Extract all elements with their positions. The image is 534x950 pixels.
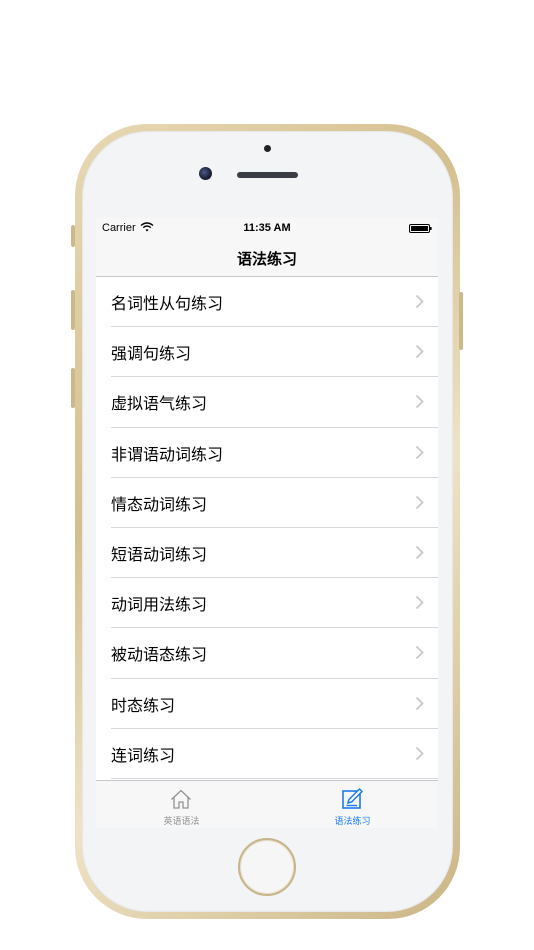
volume-down-button <box>71 368 75 408</box>
exercise-list: 名词性从句练习 强调句练习 虚拟语气练习 非谓语动词练习 情态动词练习 短语动词… <box>96 277 438 780</box>
list-item[interactable]: 时态练习 <box>96 678 438 729</box>
list-item-label: 连词练习 <box>111 745 176 765</box>
list-item[interactable]: 虚拟语气练习 <box>96 377 438 428</box>
chevron-right-icon <box>415 345 424 359</box>
volume-up-button <box>71 290 75 330</box>
list-item[interactable]: 情态动词练习 <box>96 477 438 528</box>
earpiece-speaker <box>237 172 298 178</box>
list-item[interactable]: 动词用法练习 <box>96 578 438 629</box>
home-icon <box>171 789 191 809</box>
list-item-label: 名词性从句练习 <box>111 294 224 313</box>
chevron-right-icon <box>415 545 424 560</box>
tab-english-grammar[interactable]: 英语语法 <box>96 781 267 828</box>
list-item[interactable]: 被动语态练习 <box>96 628 438 679</box>
proximity-sensor <box>264 145 271 152</box>
battery-icon <box>409 224 432 233</box>
list-item-label: 短语动词练习 <box>111 544 208 564</box>
chevron-right-icon <box>415 646 424 660</box>
list-item[interactable]: 名词性从句练习 <box>96 277 438 328</box>
chevron-right-icon <box>415 746 424 760</box>
page-title: 语法练习 <box>236 250 297 268</box>
tab-grammar-practice[interactable]: 语法练习 <box>267 781 438 828</box>
home-button[interactable] <box>238 838 296 896</box>
list-item[interactable]: 连词练习 <box>96 728 438 779</box>
list-item-label: 虚拟语气练习 <box>111 394 208 414</box>
list-item-label: 非谓语动词练习 <box>111 444 224 464</box>
navigation-bar: 语法练习 <box>96 238 438 277</box>
edit-icon <box>342 787 364 809</box>
status-bar: Carrier 11:35 AM <box>96 218 438 238</box>
tab-bar: 英语语法 语法练习 <box>96 780 438 828</box>
app-screen: Carrier 11:35 AM 语法练习 名词性从句练习 强调句练习 虚拟语气… <box>96 218 438 828</box>
power-button <box>459 292 463 350</box>
mute-switch <box>71 225 75 247</box>
chevron-right-icon <box>415 495 424 509</box>
list-item-label: 强调句练习 <box>111 344 192 364</box>
list-item[interactable]: 短语动词练习 <box>96 527 438 579</box>
row-divider <box>111 777 438 779</box>
chevron-right-icon <box>415 595 424 610</box>
list-item-label: 被动语态练习 <box>111 645 208 665</box>
status-time: 11:35 AM <box>243 222 291 234</box>
list-item[interactable]: 非谓语动词练习 <box>96 427 438 478</box>
list-item-label: 动词用法练习 <box>111 595 208 615</box>
chevron-right-icon <box>415 445 424 459</box>
tab-label: 语法练习 <box>334 817 371 827</box>
chevron-right-icon <box>415 395 424 409</box>
tab-label: 英语语法 <box>163 817 200 827</box>
chevron-right-icon <box>415 294 424 309</box>
chevron-right-icon <box>415 696 424 710</box>
list-item[interactable]: 强调句练习 <box>96 327 438 378</box>
list-item-label: 情态动词练习 <box>111 494 208 514</box>
front-camera <box>199 167 212 180</box>
list-item-label: 时态练习 <box>111 695 176 715</box>
